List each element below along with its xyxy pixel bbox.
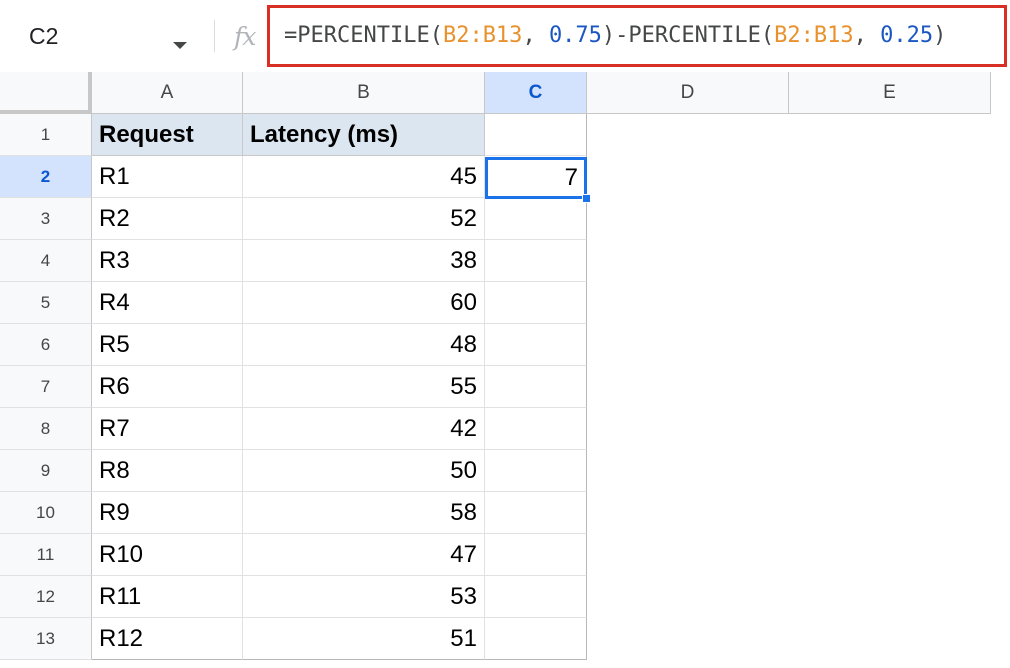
toolbar-divider	[214, 20, 215, 52]
toolbar-formula-row: C2 fx =PERCENTILE(B2:B13, 0.75)-PERCENTI…	[0, 0, 1010, 72]
formula-text: =PERCENTILE(B2:B13, 0.75)-PERCENTILE(B2:…	[284, 23, 946, 48]
cell-a10[interactable]: R9	[92, 492, 243, 534]
column-header-e[interactable]: E	[789, 72, 991, 114]
formula-token-num: 0.25	[880, 23, 934, 48]
row-header-1[interactable]: 1	[0, 114, 92, 156]
row-header-6[interactable]: 6	[0, 324, 92, 366]
cell-a12[interactable]: R11	[92, 576, 243, 618]
cell-c13[interactable]	[485, 618, 587, 660]
row-header-9[interactable]: 9	[0, 450, 92, 492]
name-box-value: C2	[29, 23, 59, 49]
cell-b10[interactable]: 58	[243, 492, 485, 534]
cell-b6[interactable]: 48	[243, 324, 485, 366]
cell-c12[interactable]	[485, 576, 587, 618]
column-header-c[interactable]: C	[485, 72, 587, 114]
cell-c5[interactable]	[485, 282, 587, 324]
select-all-corner[interactable]	[0, 72, 92, 114]
cell-a9[interactable]: R8	[92, 450, 243, 492]
row-header-8[interactable]: 8	[0, 408, 92, 450]
cell-a11[interactable]: R10	[92, 534, 243, 576]
cell-c7[interactable]	[485, 366, 587, 408]
cell-b2[interactable]: 45	[243, 156, 485, 198]
cell-a13[interactable]: R12	[92, 618, 243, 660]
cell-a1[interactable]: Request	[92, 114, 243, 156]
formula-token-num: 0.75	[548, 23, 602, 48]
cell-a6[interactable]: R5	[92, 324, 243, 366]
formula-input[interactable]: =PERCENTILE(B2:B13, 0.75)-PERCENTILE(B2:…	[267, 5, 1007, 67]
formula-token-plain: ,	[853, 23, 881, 48]
cell-c6[interactable]	[485, 324, 587, 366]
cell-b5[interactable]: 60	[243, 282, 485, 324]
cell-b9[interactable]: 50	[243, 450, 485, 492]
cell-c1[interactable]	[485, 114, 587, 156]
column-header-b[interactable]: B	[243, 72, 485, 114]
cell-c4[interactable]	[485, 240, 587, 282]
cell-b13[interactable]: 51	[243, 618, 485, 660]
formula-token-plain: )-PERCENTILE(	[601, 23, 775, 48]
cell-a8[interactable]: R7	[92, 408, 243, 450]
chevron-down-icon[interactable]	[173, 42, 187, 49]
cell-c3[interactable]	[485, 198, 587, 240]
cell-c9[interactable]	[485, 450, 587, 492]
cell-a5[interactable]: R4	[92, 282, 243, 324]
formula-token-plain: )	[933, 23, 947, 48]
cell-b11[interactable]: 47	[243, 534, 485, 576]
row-header-11[interactable]: 11	[0, 534, 92, 576]
row-header-3[interactable]: 3	[0, 198, 92, 240]
fx-icon: fx	[234, 22, 256, 51]
cell-a2[interactable]: R1	[92, 156, 243, 198]
cell-c10[interactable]	[485, 492, 587, 534]
row-header-13[interactable]: 13	[0, 618, 92, 660]
cell-c11[interactable]	[485, 534, 587, 576]
cell-b3[interactable]: 52	[243, 198, 485, 240]
row-header-12[interactable]: 12	[0, 576, 92, 618]
cell-a7[interactable]: R6	[92, 366, 243, 408]
name-box[interactable]: C2	[0, 12, 210, 60]
row-header-7[interactable]: 7	[0, 366, 92, 408]
row-header-10[interactable]: 10	[0, 492, 92, 534]
cell-a4[interactable]: R3	[92, 240, 243, 282]
cell-b4[interactable]: 38	[243, 240, 485, 282]
row-header-2[interactable]: 2	[0, 156, 92, 198]
row-header-4[interactable]: 4	[0, 240, 92, 282]
active-cell-c2[interactable]: 7	[485, 157, 587, 199]
formula-token-plain: =PERCENTILE(	[284, 23, 443, 48]
formula-token-plain: ,	[522, 23, 549, 48]
column-header-d[interactable]: D	[587, 72, 789, 114]
row-header-5[interactable]: 5	[0, 282, 92, 324]
fill-handle[interactable]	[582, 194, 591, 203]
formula-token-ref: B2:B13	[774, 23, 854, 48]
column-header-a[interactable]: A	[92, 72, 243, 114]
cell-b7[interactable]: 55	[243, 366, 485, 408]
cell-b12[interactable]: 53	[243, 576, 485, 618]
cell-a3[interactable]: R2	[92, 198, 243, 240]
cell-b8[interactable]: 42	[243, 408, 485, 450]
cell-c8[interactable]	[485, 408, 587, 450]
formula-token-ref: B2:B13	[442, 23, 523, 48]
cell-b1[interactable]: Latency (ms)	[243, 114, 485, 156]
